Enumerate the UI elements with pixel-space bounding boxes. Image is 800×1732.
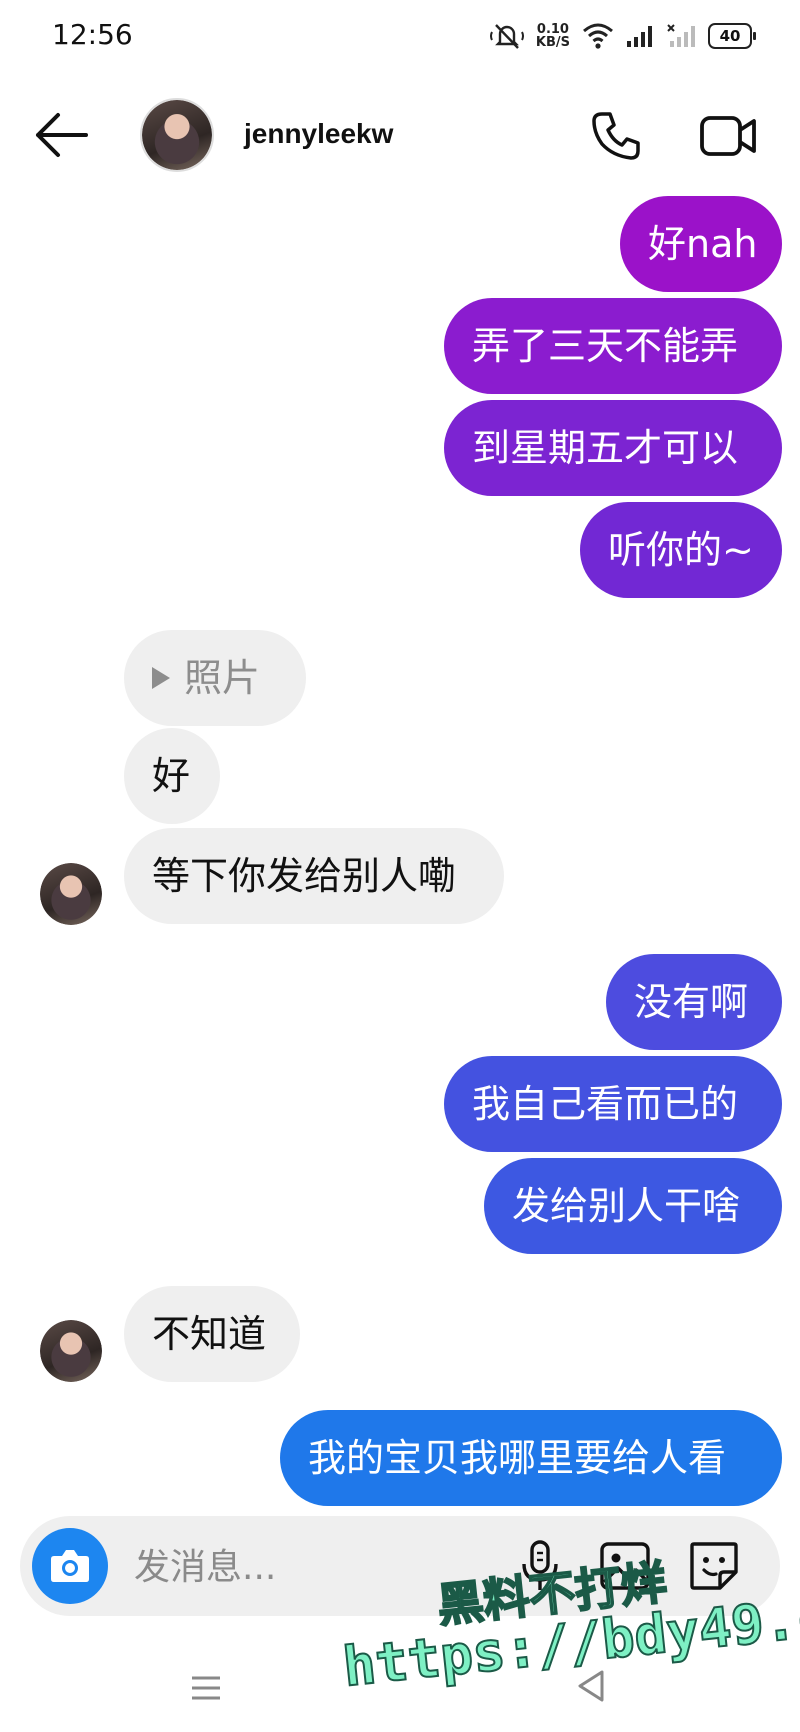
- back-arrow-icon[interactable]: [34, 110, 90, 160]
- message-bubble-sent[interactable]: 发给别人干啥: [484, 1158, 782, 1254]
- chat-header: jennyleekw: [0, 90, 800, 180]
- photo-message[interactable]: 照片: [124, 630, 306, 726]
- wifi-icon: [583, 23, 613, 49]
- message-bubble-received[interactable]: 等下你发给别人嘞: [124, 828, 504, 924]
- signal-no-sim-icon: [667, 24, 695, 47]
- chat-username[interactable]: jennyleekw: [244, 118, 393, 150]
- sender-avatar[interactable]: [40, 863, 102, 925]
- message-bubble-sent[interactable]: 到星期五才可以: [444, 400, 782, 496]
- status-bar: 12:56 0.10 KB/S 40: [0, 0, 800, 70]
- message-bubble-sent[interactable]: 我自己看而已的: [444, 1056, 782, 1152]
- status-icons: 0.10 KB/S 40: [489, 18, 756, 54]
- gallery-icon[interactable]: [596, 1536, 656, 1596]
- microphone-icon[interactable]: [510, 1536, 570, 1596]
- system-nav-bar: [0, 1640, 800, 1732]
- message-bubble-sent[interactable]: 听你的~: [580, 502, 782, 598]
- camera-icon: [51, 1550, 89, 1582]
- message-composer: [20, 1516, 780, 1616]
- avatar-image: [40, 863, 102, 925]
- network-speed: 0.10 KB/S: [536, 23, 570, 49]
- photo-label: 照片: [184, 656, 261, 700]
- message-bubble-sent[interactable]: 好nah: [620, 196, 782, 292]
- header-avatar[interactable]: [140, 98, 214, 172]
- battery-icon: 40: [708, 23, 756, 49]
- sticker-icon[interactable]: [684, 1536, 744, 1596]
- message-bubble-received[interactable]: 不知道: [124, 1286, 300, 1382]
- signal-icon: [627, 26, 652, 47]
- mute-bell-icon: [489, 24, 524, 49]
- message-bubble-received[interactable]: 好: [124, 728, 220, 824]
- message-bubble-sent[interactable]: 弄了三天不能弄: [444, 298, 782, 394]
- avatar-image: [40, 1320, 102, 1382]
- camera-button[interactable]: [32, 1528, 108, 1604]
- avatar-image: [142, 100, 212, 170]
- status-time: 12:56: [52, 18, 133, 51]
- video-call-icon[interactable]: [698, 108, 758, 164]
- play-icon: [152, 666, 170, 689]
- message-input[interactable]: [132, 1536, 516, 1598]
- message-bubble-sent[interactable]: 没有啊: [606, 954, 782, 1050]
- network-speed-unit: KB/S: [535, 35, 570, 50]
- nav-back-icon[interactable]: [572, 1666, 612, 1706]
- recent-apps-icon[interactable]: [186, 1670, 226, 1706]
- message-bubble-sent[interactable]: 我的宝贝我哪里要给人看: [280, 1410, 782, 1506]
- sender-avatar[interactable]: [40, 1320, 102, 1382]
- phone-icon[interactable]: [588, 108, 644, 164]
